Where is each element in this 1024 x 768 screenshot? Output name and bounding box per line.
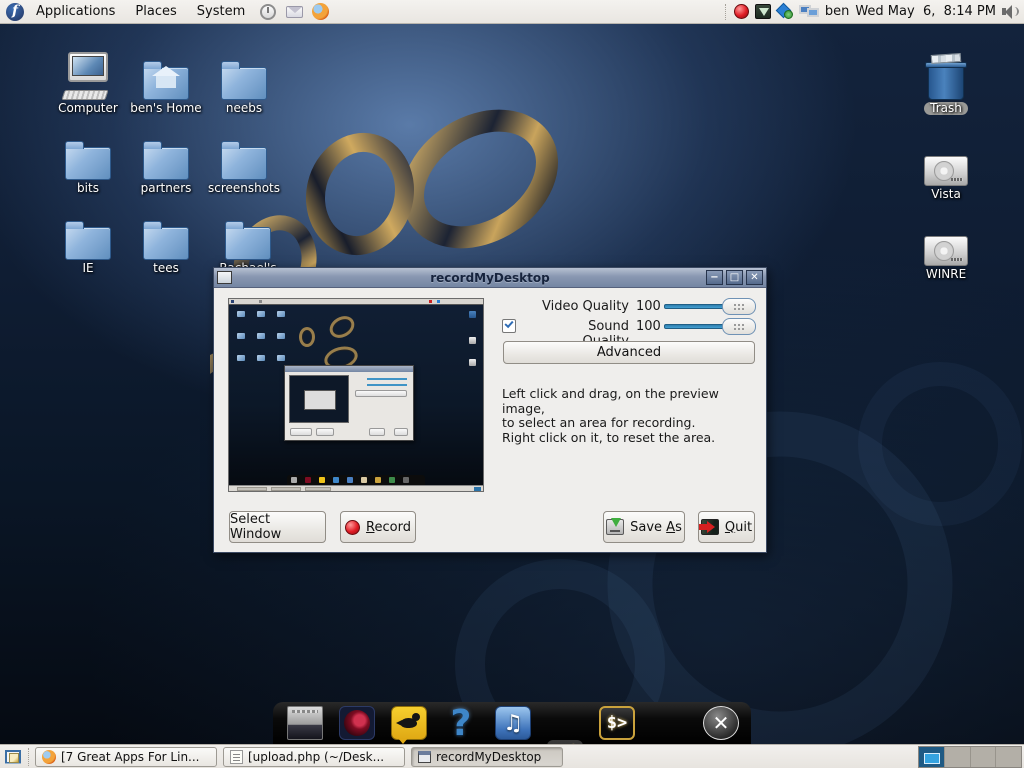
folder-icon <box>221 61 267 100</box>
workspace-switcher <box>918 746 1022 768</box>
record-tray-icon[interactable] <box>733 4 749 19</box>
songbird-icon[interactable] <box>391 706 427 744</box>
desktop-icon-computer[interactable]: Computer <box>50 50 126 115</box>
menu-applications[interactable]: Applications <box>28 1 123 22</box>
bottom-taskbar: [7 Great Apps For Lin... [upload.php (~/… <box>0 744 1024 768</box>
save-as-button[interactable]: Save As <box>603 511 685 543</box>
desktop-icon-partners[interactable]: partners <box>128 130 204 195</box>
screenshot-app-icon[interactable] <box>287 706 323 740</box>
advanced-button[interactable]: Advanced <box>503 341 755 364</box>
video-quality-value: 100 <box>636 299 661 314</box>
task-upload-php[interactable]: [upload.php (~/Desk... <box>223 746 405 767</box>
workspace-2[interactable] <box>944 747 971 767</box>
desktop-icon-tees[interactable]: tees <box>128 210 204 275</box>
menu-places[interactable]: Places <box>127 1 184 22</box>
menu-system[interactable]: System <box>189 1 253 22</box>
maximize-button[interactable]: □ <box>726 270 743 285</box>
taskbar-separator <box>28 747 32 766</box>
media-swirl-icon[interactable] <box>339 706 375 740</box>
window-title: recordMyDesktop <box>430 270 550 285</box>
drive-icon <box>924 156 968 186</box>
firefox-icon[interactable] <box>310 3 330 21</box>
task-firefox[interactable]: [7 Great Apps For Lin... <box>35 746 217 767</box>
volume-icon[interactable] <box>1002 4 1020 20</box>
save-icon <box>606 518 625 535</box>
top-panel: f Applications Places System ben Wed May… <box>0 0 1024 24</box>
text-editor-icon <box>230 749 243 764</box>
quit-button[interactable]: Quit <box>698 511 755 543</box>
mail-icon[interactable] <box>284 3 304 21</box>
dock: ? ♫ $> M·i ✕ <box>273 702 751 768</box>
workspace-4[interactable] <box>996 747 1021 767</box>
folder-icon <box>65 141 111 180</box>
desktop-icon-winre[interactable]: WINRE <box>908 216 984 281</box>
show-desktop-icon <box>5 749 21 764</box>
mini-window <box>284 365 414 441</box>
task-recordmydesktop[interactable]: recordMyDesktop <box>411 746 563 767</box>
record-icon <box>345 519 361 535</box>
username-label: ben <box>824 4 850 19</box>
music-player-icon[interactable]: ♫ <box>495 706 531 740</box>
window-icon <box>418 750 431 763</box>
folder-icon <box>65 221 111 260</box>
workspace-1[interactable] <box>919 747 945 767</box>
desktop-icon-ie[interactable]: IE <box>50 210 126 275</box>
recordmydesktop-window: recordMyDesktop − □ ✕ Video Quality 100 … <box>213 267 767 553</box>
help-icon[interactable]: ? <box>443 703 479 744</box>
video-quality-slider[interactable] <box>664 298 756 315</box>
sound-quality-value: 100 <box>636 319 661 334</box>
desktop-icon-trash[interactable]: Trash <box>908 50 984 115</box>
dropbox-tray-icon[interactable] <box>777 4 793 19</box>
titlebar[interactable]: recordMyDesktop − □ ✕ <box>214 268 766 288</box>
close-button[interactable]: ✕ <box>746 270 763 285</box>
slider-handle[interactable] <box>722 318 756 335</box>
sound-quality-checkbox[interactable] <box>502 318 516 333</box>
folder-icon <box>143 221 189 260</box>
home-folder-icon <box>143 61 189 100</box>
download-tray-icon[interactable] <box>754 4 771 19</box>
select-window-button[interactable]: Select Window <box>229 511 326 543</box>
panel-separator <box>724 3 728 20</box>
desktop-icon-screenshots[interactable]: screenshots <box>206 130 282 195</box>
workspace-3[interactable] <box>970 747 997 767</box>
recording-preview[interactable] <box>228 298 484 492</box>
record-button[interactable]: Record <box>340 511 416 543</box>
trash-icon <box>925 52 967 100</box>
folder-icon <box>221 141 267 180</box>
sound-quality-slider[interactable] <box>664 318 756 335</box>
fedora-menu-icon[interactable]: f <box>6 2 24 21</box>
instruction-text: Left click and drag, on the preview imag… <box>502 386 719 445</box>
drive-icon <box>924 236 968 266</box>
folder-icon <box>143 141 189 180</box>
show-desktop-button[interactable] <box>1 746 25 768</box>
terminal-icon[interactable]: $> <box>599 706 635 740</box>
quit-icon <box>698 519 719 535</box>
computer-icon <box>61 52 115 100</box>
display-tray-icon[interactable] <box>798 4 819 20</box>
desktop-icon-bens-home[interactable]: ben's Home <box>128 50 204 115</box>
slider-handle[interactable] <box>722 298 756 315</box>
video-quality-label: Video Quality <box>541 299 629 314</box>
desktop-icon-neebs[interactable]: neebs <box>206 50 282 115</box>
close-circle-icon[interactable]: ✕ <box>703 706 739 740</box>
firefox-icon <box>42 749 56 764</box>
desktop-icon-bits[interactable]: bits <box>50 130 126 195</box>
power-icon[interactable] <box>258 3 278 21</box>
minimize-button[interactable]: − <box>706 270 723 285</box>
folder-icon <box>225 221 271 260</box>
desktop-icon-vista[interactable]: Vista <box>908 136 984 201</box>
clock-label[interactable]: Wed May 6, 8:14 PM <box>855 4 996 19</box>
